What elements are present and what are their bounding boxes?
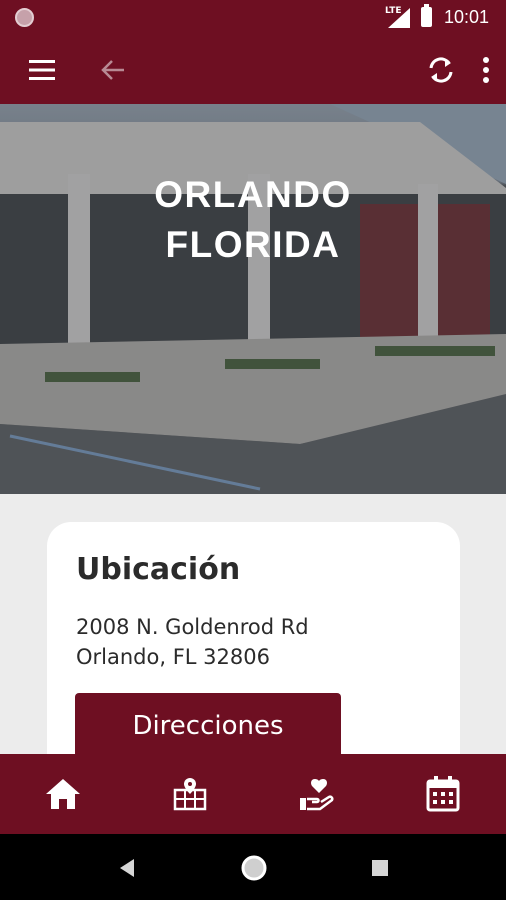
system-recents-button[interactable] <box>360 848 400 888</box>
nav-map[interactable] <box>165 770 215 818</box>
nav-calendar[interactable] <box>418 770 468 818</box>
back-triangle-icon <box>120 859 134 877</box>
menu-button[interactable] <box>18 46 66 94</box>
address-line1: 2008 N. Goldenrod Rd <box>76 615 309 639</box>
app-bar <box>0 36 506 104</box>
nav-home[interactable] <box>38 770 88 818</box>
hero-image: ORLANDO FLORIDA <box>0 104 506 494</box>
calendar-icon <box>426 776 460 812</box>
network-type: LTE <box>385 6 402 16</box>
hero-overlay <box>0 104 506 494</box>
recents-square-icon <box>372 860 388 876</box>
directions-button[interactable]: Direcciones <box>75 693 341 763</box>
home-icon <box>46 779 80 809</box>
address: 2008 N. Goldenrod Rd Orlando, FL 32806 <box>76 612 309 672</box>
give-icon <box>300 779 334 811</box>
hero-title-line1: ORLANDO <box>154 174 352 215</box>
hero-title: ORLANDO FLORIDA <box>0 170 506 270</box>
system-back-button[interactable] <box>107 848 147 888</box>
nav-give[interactable] <box>292 770 342 818</box>
system-home-button[interactable] <box>234 848 274 888</box>
back-button[interactable] <box>89 46 137 94</box>
notification-dot-icon <box>15 8 34 27</box>
refresh-icon <box>429 57 453 83</box>
map-icon <box>173 778 207 811</box>
hero-title-line2: FLORIDA <box>165 224 341 265</box>
refresh-button[interactable] <box>417 46 465 94</box>
status-bar: LTE 10:01 <box>0 0 506 36</box>
address-line2: Orlando, FL 32806 <box>76 645 270 669</box>
card-title: Ubicación <box>76 552 241 587</box>
more-options-button[interactable] <box>462 46 506 94</box>
menu-icon <box>29 60 55 80</box>
more-vert-icon <box>483 57 489 83</box>
status-time: 10:01 <box>444 7 490 27</box>
bottom-nav <box>0 754 506 834</box>
battery-icon <box>421 4 432 27</box>
back-arrow-icon <box>101 60 124 80</box>
home-circle-icon <box>241 855 267 881</box>
system-nav-bar <box>0 834 506 900</box>
